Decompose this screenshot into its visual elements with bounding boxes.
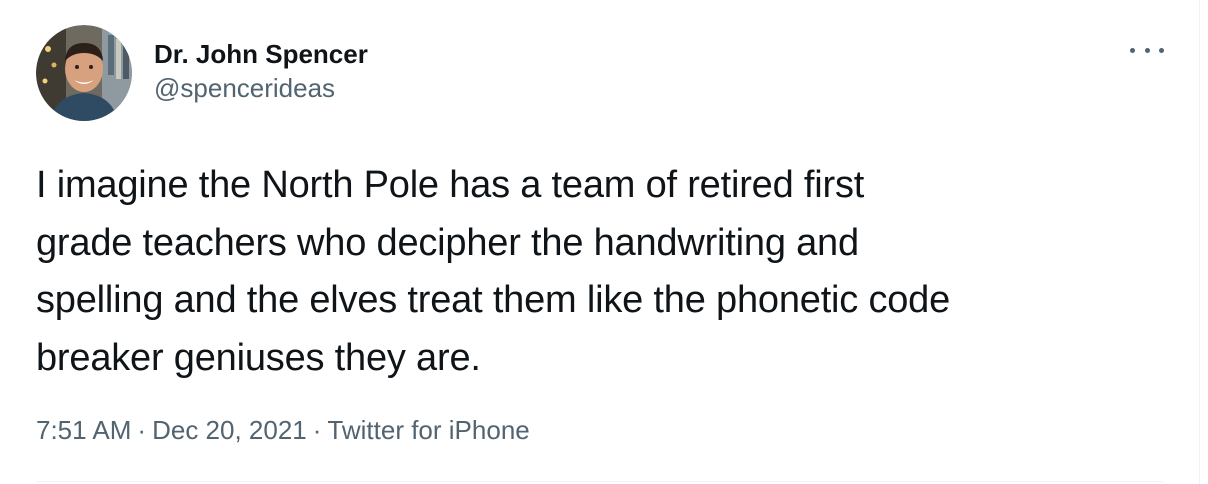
tweet-text-line: grade teachers who decipher the handwrit… — [36, 221, 859, 264]
more-dot — [1159, 47, 1164, 53]
more-options-icon[interactable] — [1130, 40, 1164, 60]
author-names: Dr. John Spencer @spencerideas — [154, 37, 368, 105]
tweet-meta: 7:51 AM · Dec 20, 2021 · Twitter for iPhone — [36, 410, 530, 450]
avatar[interactable] — [36, 25, 132, 121]
author-display-name[interactable]: Dr. John Spencer — [154, 37, 368, 71]
tweet-text: I imagine the North Pole has a team of r… — [36, 157, 1186, 387]
meta-separator: · — [312, 415, 322, 445]
author-handle[interactable]: @spencerideas — [154, 71, 368, 105]
tweet-text-line: breaker geniuses they are. — [36, 336, 481, 379]
tweet-source[interactable]: Twitter for iPhone — [327, 415, 529, 445]
tweet-text-line: I imagine the North Pole has a team of r… — [36, 164, 865, 206]
meta-separator: · — [137, 415, 147, 445]
more-dot — [1130, 47, 1135, 53]
tweet-card: Dr. John Spencer @spencerideas I imagine… — [0, 0, 1200, 484]
tweet-date[interactable]: Dec 20, 2021 — [152, 415, 307, 445]
tweet-header: Dr. John Spencer @spencerideas — [36, 25, 368, 121]
tweet-text-line: spelling and the elves treat them like t… — [36, 279, 951, 321]
tweet-time[interactable]: 7:51 AM — [36, 415, 131, 445]
divider — [36, 481, 1163, 482]
more-dot — [1144, 47, 1150, 53]
